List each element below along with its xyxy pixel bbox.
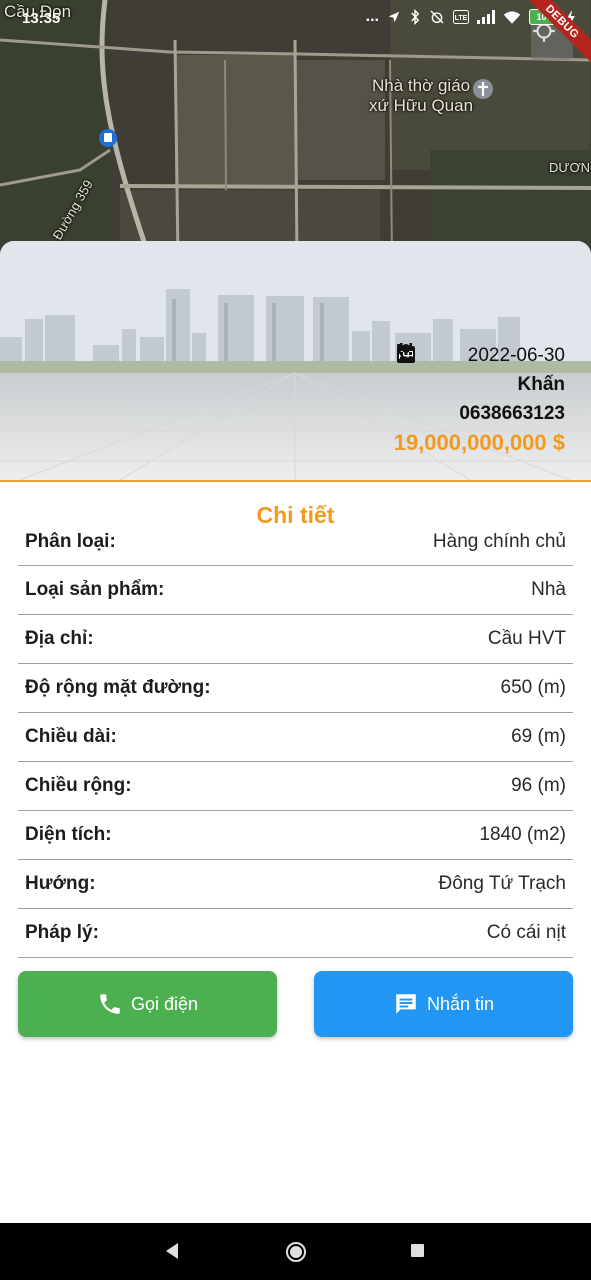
alarm-off-icon — [430, 10, 444, 24]
detail-label: Địa chỉ: — [25, 628, 94, 649]
detail-label: Pháp lý: — [25, 922, 99, 943]
status-bar: 13:35 ... LTE 100 — [0, 0, 591, 38]
detail-value: Hàng chính chủ — [432, 531, 566, 552]
map-view[interactable]: Cầu Đọn Nhà thờ giáo xứ Hữu Quan DƯƠNG Đ… — [0, 0, 591, 260]
listing-phone[interactable]: 0638663123 — [459, 403, 565, 425]
detail-label: Chiều dài: — [25, 726, 117, 747]
listing-owner-row: Khấn — [394, 344, 566, 399]
map-satellite-imagery — [0, 0, 591, 260]
listing-phone-row[interactable]: 0638663123 — [394, 344, 565, 428]
debug-banner-container: DEBUG — [511, 0, 591, 80]
detail-row-address: Địa chỉ: Cầu HVT — [18, 615, 573, 664]
map-label-church-line1: Nhà thờ giáo — [372, 76, 471, 95]
detail-label: Loại sản phẩm: — [25, 579, 165, 600]
listing-price: 19,000,000,000 $ — [393, 430, 565, 455]
debug-banner: DEBUG — [517, 0, 591, 67]
status-time: 13:35 — [22, 10, 61, 27]
phone-icon — [100, 994, 120, 1014]
detail-label: Độ rộng mặt đường: — [25, 677, 211, 698]
detail-value: Nhà — [531, 579, 566, 600]
detail-label: Diện tích: — [25, 824, 112, 845]
listing-summary: 2022-06-30 Khấn 0638663123 19,000,000,00… — [394, 341, 565, 458]
detail-value: 1840 (m2) — [479, 824, 566, 845]
detail-label: Phân loại: — [25, 531, 116, 552]
detail-label: Chiều rộng: — [25, 775, 132, 796]
call-button[interactable]: Gọi điện — [18, 971, 277, 1037]
details-list: Phân loại: Hàng chính chủ Loại sản phẩm:… — [18, 531, 573, 958]
detail-row-product-type: Loại sản phẩm: Nhà — [18, 566, 573, 615]
detail-row-direction: Hướng: Đông Tứ Trạch — [18, 860, 573, 909]
detail-value: Cầu HVT — [487, 628, 566, 649]
listing-date-row: 2022-06-30 — [394, 341, 565, 370]
system-nav-bar — [0, 1223, 591, 1280]
detail-value: 96 (m) — [511, 775, 566, 796]
map-label-road-right: DƯƠNG — [549, 160, 591, 175]
home-icon[interactable] — [285, 1241, 307, 1263]
detail-value: Có cái nịt — [486, 922, 566, 943]
listing-detail-sheet: 2022-06-30 Khấn 0638663123 19,000,000,00… — [0, 241, 591, 1223]
detail-value: Đông Tứ Trạch — [438, 873, 566, 894]
detail-row-category: Phân loại: Hàng chính chủ — [18, 531, 573, 566]
message-button[interactable]: Nhắn tin — [314, 971, 573, 1037]
action-buttons: Gọi điện Nhắn tin — [18, 971, 573, 1037]
more-notifications-icon: ... — [365, 8, 379, 25]
message-button-label: Nhắn tin — [426, 993, 495, 1014]
detail-value: 650 (m) — [500, 677, 566, 698]
detail-row-length: Chiều dài: 69 (m) — [18, 713, 573, 762]
phone-icon — [396, 344, 415, 362]
signal-icon — [477, 10, 495, 24]
detail-row-width: Chiều rộng: 96 (m) — [18, 762, 573, 811]
listing-date: 2022-06-30 — [467, 344, 565, 366]
call-button-label: Gọi điện — [130, 993, 199, 1014]
detail-row-legal: Pháp lý: Có cái nịt — [18, 909, 573, 958]
location-arrow-icon — [388, 11, 400, 23]
detail-label: Hướng: — [25, 873, 96, 894]
recent-apps-icon[interactable] — [411, 1244, 424, 1257]
map-label-church-line2: xứ Hữu Quan — [369, 96, 474, 115]
message-icon — [396, 994, 416, 1014]
detail-row-road-width: Độ rộng mặt đường: 650 (m) — [18, 664, 573, 713]
svg-text:LTE: LTE — [455, 15, 468, 22]
details-title: Chi tiết — [256, 502, 335, 528]
back-icon[interactable] — [164, 1242, 180, 1260]
listing-hero: 2022-06-30 Khấn 0638663123 19,000,000,00… — [0, 241, 591, 482]
detail-value: 69 (m) — [511, 726, 566, 747]
volte-icon: LTE — [453, 10, 469, 24]
listing-owner: Khấn — [517, 373, 566, 395]
detail-row-area: Diện tích: 1840 (m2) — [18, 811, 573, 860]
bluetooth-icon — [411, 9, 420, 25]
